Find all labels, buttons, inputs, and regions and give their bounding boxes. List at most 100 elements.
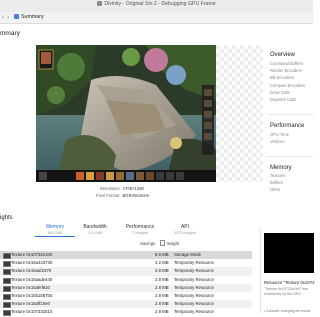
checkbox-icon: [159, 240, 165, 246]
texture-icon: [3, 269, 11, 276]
tab-api[interactable]: API 3373 Insights: [165, 224, 205, 235]
game-frame-image: [36, 45, 216, 182]
resource-title: Resource "Texture 0x1073: [264, 280, 315, 285]
row-type: Temporary Resource: [174, 276, 214, 282]
row-name: Texture 0x15a443730: [11, 260, 53, 266]
row-type: Temporary Resource: [174, 260, 214, 266]
memory-heading: Memory: [270, 165, 292, 171]
table-row[interactable]: Texture 0x15a443730 4.2 MB Temporary Resou…: [0, 259, 252, 268]
overview-section: Overview Command Buffers Render Encoders…: [270, 52, 314, 103]
row-type: Storage Mode: [174, 252, 201, 257]
table-row[interactable]: Texture 0x15afef810 2.8 MB Temporary Resou…: [0, 283, 252, 292]
tab-bandwidth-value: 21.9 MB: [87, 231, 103, 235]
table-row[interactable]: Texture 0x15aaf2370 2.8 MB Temporary Resou…: [0, 267, 252, 276]
row-size: 2.8 MB: [155, 268, 169, 274]
memory-item-textures[interactable]: Textures: [270, 172, 314, 179]
row-name: Texture 0x15aade440: [11, 276, 53, 282]
texture-icon: [3, 277, 11, 284]
row-name: Texture 0x15afef810: [11, 284, 50, 290]
tab-memory-value: 69.6 MB: [47, 231, 63, 235]
tab-bandwidth[interactable]: Bandwidth 21.9 MB: [75, 224, 115, 235]
tab-summary-label: Summary: [21, 14, 44, 20]
resolution-label: Resolution: [100, 186, 120, 191]
texture-icon: [3, 285, 11, 292]
filter-savings[interactable]: Savings: [140, 241, 155, 246]
memory-item-other[interactable]: Other: [270, 186, 314, 193]
tab-bandwidth-label: Bandwidth: [83, 224, 107, 230]
row-size: 2.8 MB: [155, 301, 169, 307]
row-type: Temporary Resource: [174, 309, 214, 315]
performance-section: Performance GPU Time Vertices: [270, 123, 314, 145]
resource-detail-panel: Resource "Texture 0x1073 "Texture 0x1073…: [260, 229, 315, 313]
resource-thumbnail: [264, 233, 314, 273]
section-divider: [268, 114, 313, 115]
window-title-text: Divinity - Original Sin 2 - Debugging GP…: [104, 1, 216, 7]
insights-heading: ights: [0, 215, 13, 221]
window-title: Divinity - Original Sin 2 - Debugging GP…: [0, 1, 313, 7]
row-size: 2.8 MB: [155, 292, 169, 298]
overview-item-render-encoders[interactable]: Render Encoders: [270, 67, 314, 74]
texture-icon: [3, 253, 11, 259]
memory-section: Memory Textures Buffers Other: [270, 165, 314, 194]
row-size: 2.8 MB: [155, 309, 169, 315]
resolution-info: Resolution 1706×1280: [100, 186, 144, 191]
row-name: Texture 0x15b1587b0: [11, 292, 53, 298]
memory-item-buffers[interactable]: Buffers: [270, 179, 314, 186]
table-row[interactable]: Texture 0x15aff10e0 2.8 MB Temporary Resou…: [0, 300, 252, 309]
filter-insight-label: Insight: [166, 241, 180, 246]
resource-suggestion: • Consider changing the resour: [264, 309, 311, 313]
row-name: Texture 0x107332510: [11, 309, 53, 315]
pixel-format-label: Pixel Format: [96, 193, 120, 198]
tab-performance-label: Performance: [125, 224, 155, 230]
row-size: 8.9 MB: [155, 252, 169, 257]
row-name: Texture 0x15aff10e0: [11, 301, 50, 307]
performance-item-gpu-time[interactable]: GPU Time: [270, 131, 314, 138]
filter-savings-label: Savings: [140, 241, 156, 246]
table-row[interactable]: Texture 0x15aade440 2.8 MB Temporary Resou…: [0, 276, 252, 284]
overview-item-compute-encoders[interactable]: Compute Encoders: [270, 82, 314, 89]
tab-memory-label: Memory: [45, 224, 65, 230]
page-title: mmary: [0, 30, 20, 37]
section-divider: [268, 156, 313, 157]
row-name: Texture 0x10732e1b0: [11, 252, 53, 257]
row-size: 2.8 MB: [155, 284, 169, 290]
texture-icon: [3, 310, 11, 317]
forward-arrow-icon[interactable]: ›: [7, 13, 9, 22]
tab-memory[interactable]: Memory 69.6 MB: [35, 224, 75, 237]
performance-heading: Performance: [270, 123, 305, 129]
back-arrow-icon[interactable]: ‹: [2, 13, 4, 22]
row-type: Temporary Resource: [174, 284, 214, 290]
texture-icon: [3, 302, 11, 309]
tab-api-label: API: [180, 224, 190, 230]
row-size: 2.8 MB: [155, 276, 169, 282]
tab-performance[interactable]: Performance 2 Insights: [120, 224, 160, 235]
performance-item-vertices[interactable]: Vertices: [270, 138, 314, 145]
texture-icon: [3, 261, 11, 268]
insight-filters: Savings Insight: [140, 240, 179, 246]
texture-icon: [3, 293, 11, 300]
overview-item-draw-calls[interactable]: Draw Calls: [270, 89, 314, 96]
resource-note: "Texture 0x10732e1b0" has exclusively by…: [264, 287, 308, 296]
overview-item-command-buffers[interactable]: Command Buffers: [270, 60, 314, 67]
app-icon: [97, 1, 103, 6]
resolution-value: 1706×1280: [122, 186, 144, 191]
pixel-format-info: Pixel Format BGRA8Unorm: [96, 193, 149, 198]
summary-sidebar: Overview Command Buffers Render Encoders…: [265, 45, 313, 195]
insights-table: Texture 0x10732e1b0 8.9 MB Storage Mode Te…: [0, 251, 252, 317]
overview-item-blit-encoders[interactable]: Blit Encoders: [270, 74, 314, 81]
row-type: Temporary Resource: [174, 292, 214, 298]
row-type: Temporary Resource: [174, 268, 214, 274]
navigation-bar: ‹ › Summary: [0, 12, 313, 24]
table-row[interactable]: Texture 0x10732e1b0 8.9 MB Storage Mode: [0, 251, 252, 260]
row-size: 4.2 MB: [155, 260, 169, 266]
overview-item-dispatch-calls[interactable]: Dispatch Calls: [270, 96, 314, 103]
tab-summary[interactable]: Summary: [12, 13, 47, 21]
overview-heading: Overview: [270, 52, 296, 58]
table-row[interactable]: Texture 0x15b1587b0 2.8 MB Temporary Resou…: [0, 292, 252, 300]
pixel-format-value: BGRA8Unorm: [122, 193, 150, 198]
summary-icon: [14, 14, 19, 19]
tab-api-value: 3373 Insights: [173, 231, 197, 235]
frame-preview[interactable]: [36, 45, 263, 182]
filter-insight[interactable]: Insight: [159, 240, 180, 246]
table-row[interactable]: Texture 0x107332510 2.8 MB Temporary Resou…: [0, 308, 252, 317]
